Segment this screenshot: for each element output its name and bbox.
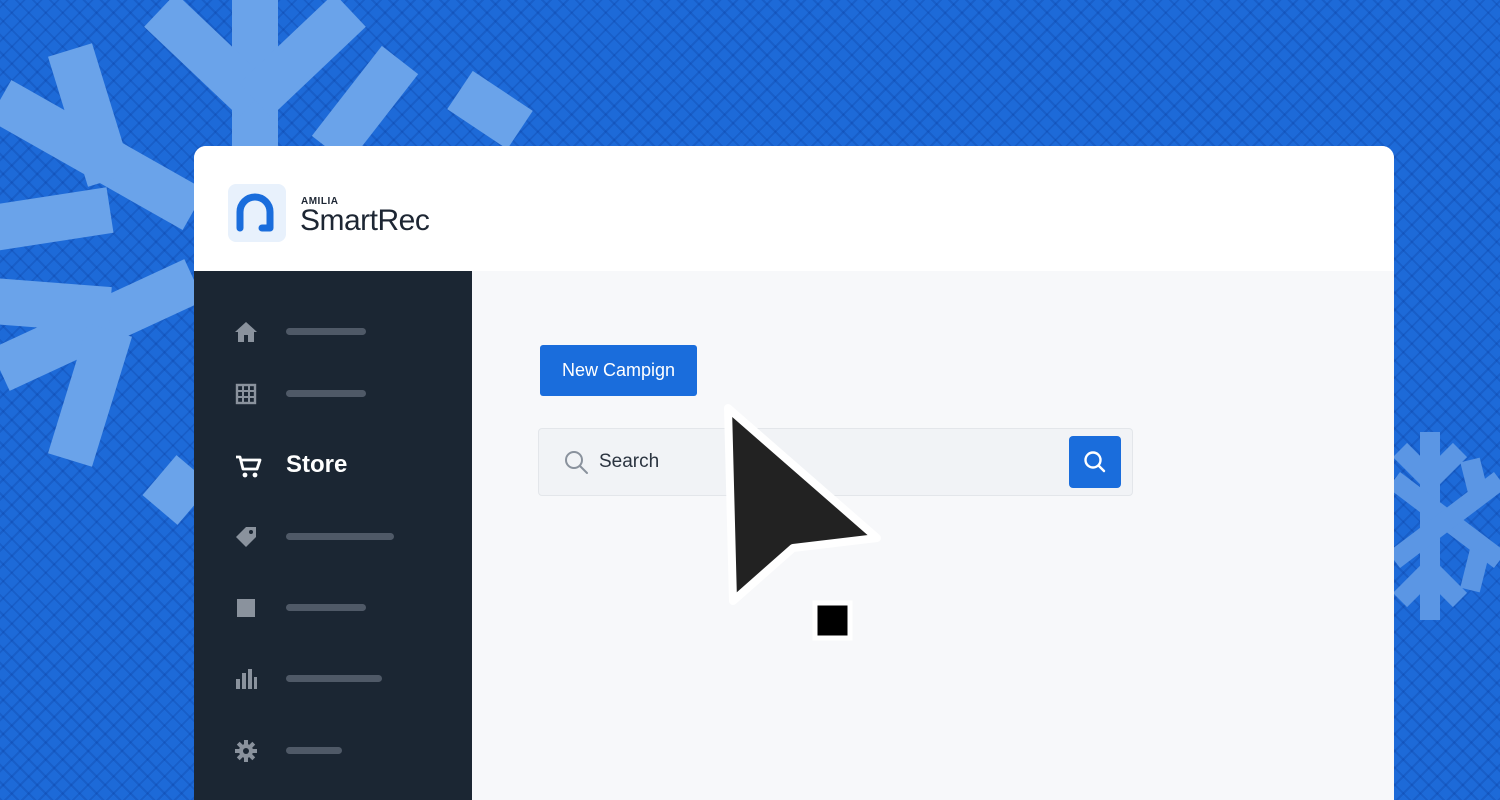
tag-icon <box>234 525 262 549</box>
search-bar <box>538 428 1133 496</box>
sidebar-item-store[interactable]: Store <box>194 443 472 487</box>
search-input[interactable] <box>599 445 1029 479</box>
sidebar-item-tag[interactable] <box>194 515 472 559</box>
bar-chart-icon <box>234 667 262 691</box>
snowflake-icon <box>1387 432 1500 620</box>
sidebar-item-label: Store <box>286 451 348 478</box>
sidebar-item-settings[interactable] <box>194 729 472 773</box>
sidebar-item-placeholder <box>286 604 366 611</box>
app-header: AMILIA SmartRec <box>194 146 1394 271</box>
gear-icon <box>234 739 262 763</box>
brand-name: SmartRec <box>300 204 430 237</box>
search-button[interactable] <box>1069 436 1121 488</box>
sidebar-item-placeholder <box>286 328 366 335</box>
sidebar: Store <box>194 271 472 800</box>
sidebar-item-placeholder <box>286 675 382 682</box>
sidebar-item-home[interactable] <box>194 310 472 354</box>
grid-icon <box>234 382 262 406</box>
sidebar-item-square[interactable] <box>194 586 472 630</box>
logo-icon <box>228 184 286 242</box>
cart-icon <box>234 453 262 478</box>
main-content: New Campign <box>472 271 1394 800</box>
app-window: AMILIA SmartRec Store New Campign Search <box>194 146 1394 800</box>
new-campaign-button[interactable]: New Campign <box>540 345 697 396</box>
sidebar-item-grid[interactable] <box>194 372 472 416</box>
sidebar-item-reports[interactable] <box>194 657 472 701</box>
sidebar-item-placeholder <box>286 533 394 540</box>
sidebar-item-placeholder <box>286 390 366 397</box>
home-icon <box>234 320 262 344</box>
search-icon <box>1084 451 1106 473</box>
search-icon <box>563 449 589 475</box>
square-icon <box>234 596 262 620</box>
sidebar-item-placeholder <box>286 747 342 754</box>
